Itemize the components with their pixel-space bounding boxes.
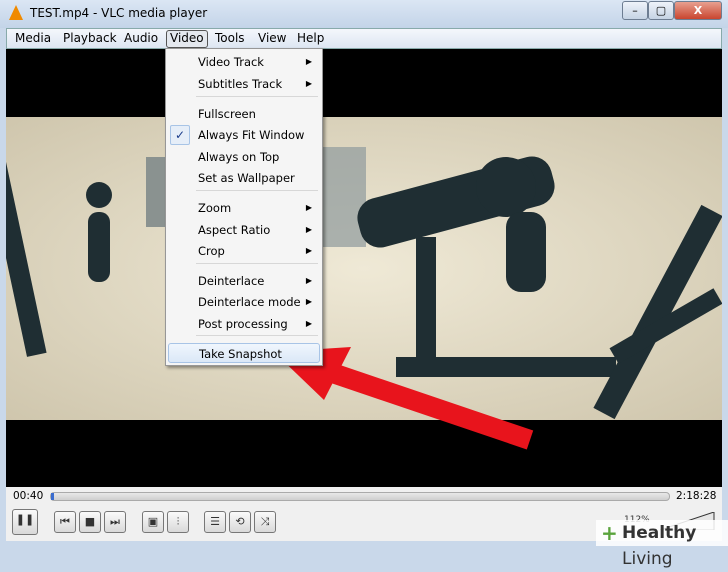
menu-item-set-as-wallpaper[interactable]: Set as Wallpaper bbox=[168, 168, 320, 188]
menu-item-subtitles-track[interactable]: Subtitles Track ▶ bbox=[168, 74, 320, 94]
maximize-button[interactable]: ▢ bbox=[648, 1, 674, 20]
menu-audio[interactable]: Audio bbox=[121, 31, 161, 45]
menu-item-video-track[interactable]: Video Track ▶ bbox=[168, 52, 320, 72]
menu-item-label: Post processing bbox=[198, 317, 288, 331]
menu-separator bbox=[196, 335, 318, 336]
menu-separator bbox=[196, 263, 318, 264]
menu-item-label: Take Snapshot bbox=[199, 347, 282, 361]
menu-bar: Media Playback Audio Video Tools View He… bbox=[6, 28, 722, 49]
title-bar: TEST.mp4 - VLC media player – ▢ X bbox=[0, 0, 728, 28]
menu-item-label: Crop bbox=[198, 244, 225, 258]
watermark-living: Living bbox=[622, 549, 673, 569]
menu-item-label: Always Fit Window bbox=[198, 128, 305, 142]
menu-item-post-processing[interactable]: Post processing ▶ bbox=[168, 314, 320, 334]
loop-button[interactable]: ⟲ bbox=[229, 511, 251, 533]
previous-button[interactable]: ⏮ bbox=[54, 511, 76, 533]
video-menu-dropdown: Video Track ▶ Subtitles Track ▶ Fullscreen ✓ A… bbox=[165, 48, 323, 366]
stop-button[interactable]: ■ bbox=[79, 511, 101, 533]
menu-media[interactable]: Media bbox=[12, 31, 54, 45]
menu-item-label: Deinterlace mode bbox=[198, 295, 301, 309]
menu-item-label: Subtitles Track bbox=[198, 77, 283, 91]
shuffle-button[interactable]: ⤨ bbox=[254, 511, 276, 533]
menu-playback[interactable]: Playback bbox=[60, 31, 120, 45]
submenu-arrow-icon: ▶ bbox=[305, 319, 312, 328]
menu-item-label: Set as Wallpaper bbox=[198, 171, 295, 185]
red-arrow-annotation bbox=[274, 347, 534, 450]
menu-item-always-on-top[interactable]: Always on Top bbox=[168, 147, 320, 167]
seek-progress bbox=[51, 493, 55, 500]
watermark-healthy: Healthy bbox=[622, 523, 697, 543]
submenu-arrow-icon: ▶ bbox=[305, 246, 312, 255]
menu-video[interactable]: Video bbox=[166, 30, 208, 48]
submenu-arrow-icon: ▶ bbox=[305, 297, 312, 306]
menu-tools[interactable]: Tools bbox=[212, 31, 248, 45]
playlist-button[interactable]: ☰ bbox=[204, 511, 226, 533]
menu-item-label: Deinterlace bbox=[198, 274, 265, 288]
extended-settings-button[interactable]: ⫶ bbox=[167, 511, 189, 533]
menu-item-take-snapshot[interactable]: Take Snapshot bbox=[168, 343, 320, 363]
submenu-arrow-icon: ▶ bbox=[305, 276, 312, 285]
menu-item-deinterlace[interactable]: Deinterlace ▶ bbox=[168, 271, 320, 291]
menu-separator bbox=[196, 96, 318, 97]
menu-separator bbox=[196, 190, 318, 191]
menu-item-label: Zoom bbox=[198, 201, 232, 215]
vlc-cone-icon bbox=[9, 5, 23, 20]
menu-item-label: Fullscreen bbox=[198, 107, 256, 121]
minimize-button[interactable]: – bbox=[622, 1, 648, 20]
fullscreen-button[interactable]: ▣ bbox=[142, 511, 164, 533]
menu-item-label: Video Track bbox=[198, 55, 264, 69]
menu-item-deinterlace-mode[interactable]: Deinterlace mode ▶ bbox=[168, 292, 320, 312]
next-button[interactable]: ⏭ bbox=[104, 511, 126, 533]
submenu-arrow-icon: ▶ bbox=[305, 225, 312, 234]
seek-bar[interactable] bbox=[50, 492, 670, 501]
menu-view[interactable]: View bbox=[255, 31, 289, 45]
menu-item-zoom[interactable]: Zoom ▶ bbox=[168, 198, 320, 218]
menu-help[interactable]: Help bbox=[294, 31, 327, 45]
menu-item-fullscreen[interactable]: Fullscreen bbox=[168, 104, 320, 124]
healthy-living-watermark: + Healthy Living bbox=[596, 520, 728, 569]
menu-item-always-fit-window[interactable]: ✓ Always Fit Window bbox=[168, 125, 320, 145]
pause-button[interactable]: ❚❚ bbox=[12, 509, 38, 535]
elapsed-time: 00:40 bbox=[13, 490, 44, 502]
submenu-arrow-icon: ▶ bbox=[305, 203, 312, 212]
menu-item-label: Always on Top bbox=[198, 150, 280, 164]
menu-item-aspect-ratio[interactable]: Aspect Ratio ▶ bbox=[168, 220, 320, 240]
close-button[interactable]: X bbox=[674, 1, 722, 20]
menu-item-crop[interactable]: Crop ▶ bbox=[168, 241, 320, 261]
window-title: TEST.mp4 - VLC media player bbox=[30, 6, 208, 20]
video-area[interactable] bbox=[6, 49, 722, 487]
plus-logo-icon: + bbox=[601, 521, 618, 545]
submenu-arrow-icon: ▶ bbox=[305, 57, 312, 66]
total-duration: 2:18:28 bbox=[676, 490, 717, 502]
checkmark-icon: ✓ bbox=[170, 125, 190, 145]
submenu-arrow-icon: ▶ bbox=[305, 79, 312, 88]
menu-item-label: Aspect Ratio bbox=[198, 223, 271, 237]
